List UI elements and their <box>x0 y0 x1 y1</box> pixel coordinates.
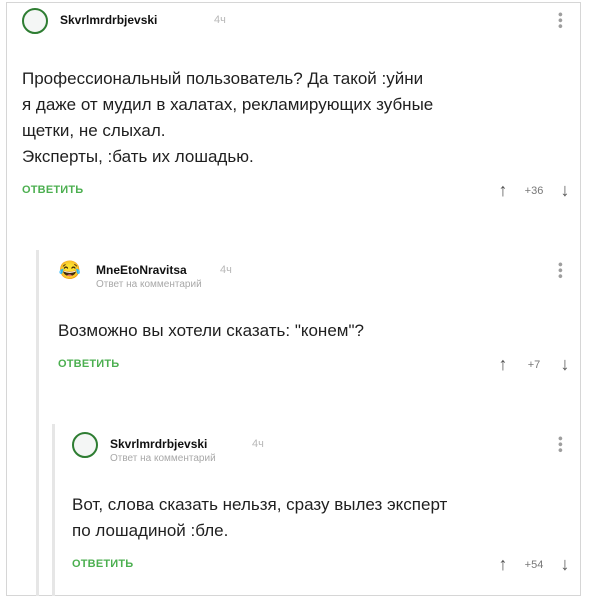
score: +54 <box>524 558 544 571</box>
username[interactable]: Skvrlmrdrbjevski <box>110 437 207 451</box>
comment: 😂 MneEtoNravitsa 4ч Ответ на комментарий… <box>58 258 574 378</box>
comment-header: Skvrlmrdrbjevski 4ч Ответ на комментарий… <box>72 432 574 464</box>
comment-text-line: Эксперты, :бать их лошадью. <box>22 147 254 166</box>
comment-actions: ОТВЕТИТЬ ↑ +36 ↓ <box>22 180 574 204</box>
comment-text: Вот, слова сказать нельзя, сразу вылез э… <box>72 492 574 544</box>
arrow-down-icon[interactable]: ↓ <box>556 554 574 575</box>
comment-actions: ОТВЕТИТЬ ↑ +7 ↓ <box>58 354 574 378</box>
comment-text-line: по лошадиной :бле. <box>72 521 229 540</box>
comment-text-line: щетки, не слыхал. <box>22 121 166 140</box>
more-vertical-icon[interactable]: ••• <box>553 262 569 280</box>
score: +36 <box>524 184 544 197</box>
timestamp: 4ч <box>220 264 232 276</box>
reply-to-label[interactable]: Ответ на комментарий <box>110 453 216 464</box>
comment-text-line: Вот, слова сказать нельзя, сразу вылез э… <box>72 495 448 514</box>
reply-button[interactable]: ОТВЕТИТЬ <box>58 358 119 370</box>
reply-button[interactable]: ОТВЕТИТЬ <box>72 558 133 570</box>
timestamp: 4ч <box>252 438 264 450</box>
thread-line <box>36 250 39 596</box>
comment-header: 😂 MneEtoNravitsa 4ч Ответ на комментарий… <box>58 258 574 291</box>
comment-text-line: Профессиональный пользователь? Да такой … <box>22 69 424 88</box>
comment: Skvrlmrdrbjevski 4ч ••• Профессиональный… <box>22 8 574 204</box>
username[interactable]: MneEtoNravitsa <box>96 263 187 277</box>
arrow-up-icon[interactable]: ↑ <box>494 354 512 375</box>
avatar[interactable] <box>72 432 98 458</box>
thread-line <box>52 424 55 596</box>
comment-text: Профессиональный пользователь? Да такой … <box>22 66 574 170</box>
reply-button[interactable]: ОТВЕТИТЬ <box>22 184 83 196</box>
avatar[interactable]: 😂 <box>58 258 82 282</box>
comment-header: Skvrlmrdrbjevski 4ч ••• <box>22 8 574 38</box>
timestamp: 4ч <box>214 14 226 26</box>
arrow-down-icon[interactable]: ↓ <box>556 180 574 201</box>
arrow-up-icon[interactable]: ↑ <box>494 554 512 575</box>
more-vertical-icon[interactable]: ••• <box>553 12 569 30</box>
comment: Skvrlmrdrbjevski 4ч Ответ на комментарий… <box>72 432 574 578</box>
more-vertical-icon[interactable]: ••• <box>553 436 569 454</box>
arrow-down-icon[interactable]: ↓ <box>556 354 574 375</box>
comment-actions: ОТВЕТИТЬ ↑ +54 ↓ <box>72 554 574 578</box>
vote-controls: ↑ +54 ↓ <box>494 554 574 575</box>
vote-controls: ↑ +36 ↓ <box>494 180 574 201</box>
vote-controls: ↑ +7 ↓ <box>494 354 574 375</box>
arrow-up-icon[interactable]: ↑ <box>494 180 512 201</box>
score: +7 <box>527 358 541 371</box>
reply-to-label[interactable]: Ответ на комментарий <box>96 279 202 290</box>
avatar[interactable] <box>22 8 48 34</box>
comment-text-line: Возможно вы хотели сказать: "конем"? <box>58 321 364 340</box>
username[interactable]: Skvrlmrdrbjevski <box>60 13 157 27</box>
comment-text-line: я даже от мудил в халатах, рекламирующих… <box>22 95 434 114</box>
comment-text: Возможно вы хотели сказать: "конем"? <box>58 318 574 344</box>
